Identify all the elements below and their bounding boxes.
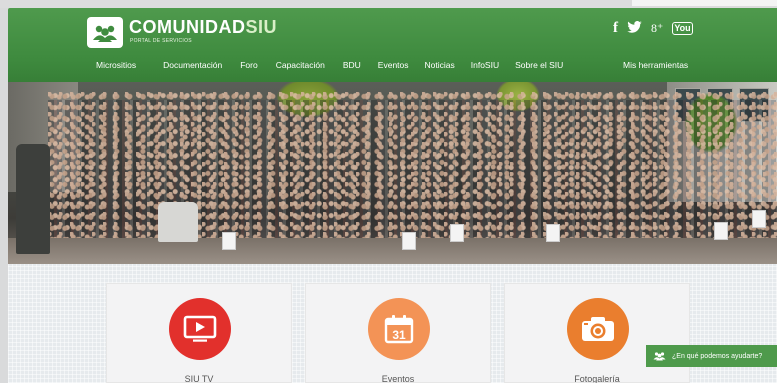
nav-item-eventos[interactable]: Eventos	[378, 60, 409, 70]
nav-item-foro[interactable]: Foro	[240, 60, 257, 70]
help-chat-button[interactable]: ¿En qué podemos ayudarte?	[646, 345, 777, 367]
hero-group-photo	[8, 82, 777, 264]
brand-main: COMUNIDAD	[129, 17, 246, 37]
nav-item-capacitacion[interactable]: Capacitación	[276, 60, 325, 70]
logo-badge[interactable]	[87, 17, 123, 48]
brand-subtitle: PORTAL DE SERVICIOS	[130, 38, 192, 44]
card-label: Fotogalería	[574, 374, 620, 383]
twitter-icon[interactable]	[627, 21, 642, 35]
people-icon	[653, 352, 666, 361]
nav-item-noticias[interactable]: Noticias	[425, 60, 455, 70]
calendar-number: 31	[392, 328, 406, 342]
social-links: f 8⁺ You	[613, 18, 693, 38]
window-frame-corner	[632, 0, 777, 6]
card-label: SIU TV	[184, 374, 214, 383]
site-header: COMUNIDADSIU PORTAL DE SERVICIOS f 8⁺ Yo…	[8, 8, 777, 82]
photo-ground	[8, 238, 777, 264]
card-eventos[interactable]: 31 Eventos	[305, 283, 491, 383]
card-fotogaleria[interactable]: Fotogalería	[504, 283, 690, 383]
nav-item-documentacion[interactable]: Documentación	[163, 60, 222, 70]
calendar-icon: 31	[368, 298, 430, 360]
people-icon	[93, 25, 117, 42]
googleplus-icon[interactable]: 8⁺	[651, 22, 663, 34]
camera-icon	[567, 298, 629, 360]
brand-title[interactable]: COMUNIDADSIU	[129, 17, 277, 38]
nav-item-sobre-el-siu[interactable]: Sobre el SIU	[515, 60, 563, 70]
brand-accent: SIU	[245, 17, 278, 37]
nav-item-bdu[interactable]: BDU	[343, 60, 361, 70]
card-label: Eventos	[381, 374, 415, 383]
youtube-icon[interactable]: You	[672, 21, 693, 35]
play-icon	[169, 298, 231, 360]
nav-item-infosiu[interactable]: InfoSIU	[471, 60, 499, 70]
help-chat-label: ¿En qué podemos ayudarte?	[672, 352, 763, 360]
card-siu-tv[interactable]: SIU TV	[106, 283, 292, 383]
main-nav: Micrositios Documentación Foro Capacitac…	[96, 58, 563, 72]
facebook-icon[interactable]: f	[613, 20, 618, 36]
nav-item-micrositios[interactable]: Micrositios	[96, 60, 136, 70]
my-tools-link[interactable]: Mis herramientas	[623, 58, 688, 72]
